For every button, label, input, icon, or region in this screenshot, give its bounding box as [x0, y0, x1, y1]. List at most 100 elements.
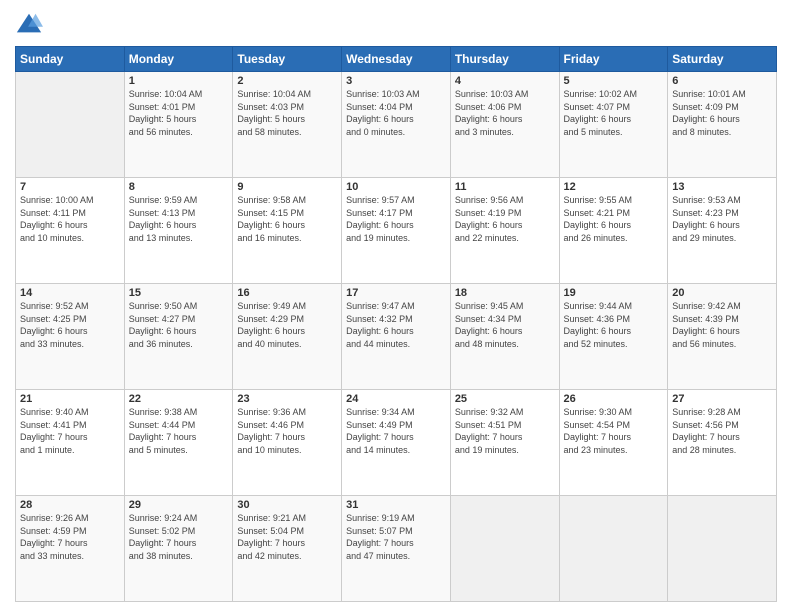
day-cell: 2Sunrise: 10:04 AM Sunset: 4:03 PM Dayli…: [233, 72, 342, 178]
day-cell: [559, 496, 668, 602]
day-info: Sunrise: 9:42 AM Sunset: 4:39 PM Dayligh…: [672, 300, 772, 350]
day-number: 31: [346, 499, 446, 511]
day-info: Sunrise: 9:59 AM Sunset: 4:13 PM Dayligh…: [129, 194, 229, 244]
day-info: Sunrise: 9:28 AM Sunset: 4:56 PM Dayligh…: [672, 406, 772, 456]
day-cell: 5Sunrise: 10:02 AM Sunset: 4:07 PM Dayli…: [559, 72, 668, 178]
day-number: 9: [237, 181, 337, 193]
day-cell: 15Sunrise: 9:50 AM Sunset: 4:27 PM Dayli…: [124, 284, 233, 390]
day-info: Sunrise: 9:30 AM Sunset: 4:54 PM Dayligh…: [564, 406, 664, 456]
day-cell: 14Sunrise: 9:52 AM Sunset: 4:25 PM Dayli…: [16, 284, 125, 390]
day-info: Sunrise: 9:38 AM Sunset: 4:44 PM Dayligh…: [129, 406, 229, 456]
header-cell-sunday: Sunday: [16, 47, 125, 72]
header-cell-friday: Friday: [559, 47, 668, 72]
day-info: Sunrise: 10:00 AM Sunset: 4:11 PM Daylig…: [20, 194, 120, 244]
header-cell-thursday: Thursday: [450, 47, 559, 72]
day-info: Sunrise: 9:49 AM Sunset: 4:29 PM Dayligh…: [237, 300, 337, 350]
day-number: 14: [20, 287, 120, 299]
day-info: Sunrise: 9:26 AM Sunset: 4:59 PM Dayligh…: [20, 512, 120, 562]
logo: [15, 10, 47, 38]
calendar-header: SundayMondayTuesdayWednesdayThursdayFrid…: [16, 47, 777, 72]
day-cell: 7Sunrise: 10:00 AM Sunset: 4:11 PM Dayli…: [16, 178, 125, 284]
day-number: 8: [129, 181, 229, 193]
day-cell: 11Sunrise: 9:56 AM Sunset: 4:19 PM Dayli…: [450, 178, 559, 284]
day-cell: 21Sunrise: 9:40 AM Sunset: 4:41 PM Dayli…: [16, 390, 125, 496]
day-number: 5: [564, 75, 664, 87]
day-number: 20: [672, 287, 772, 299]
day-cell: 30Sunrise: 9:21 AM Sunset: 5:04 PM Dayli…: [233, 496, 342, 602]
day-info: Sunrise: 10:01 AM Sunset: 4:09 PM Daylig…: [672, 88, 772, 138]
day-info: Sunrise: 9:34 AM Sunset: 4:49 PM Dayligh…: [346, 406, 446, 456]
day-cell: 19Sunrise: 9:44 AM Sunset: 4:36 PM Dayli…: [559, 284, 668, 390]
header: [15, 10, 777, 38]
day-cell: 26Sunrise: 9:30 AM Sunset: 4:54 PM Dayli…: [559, 390, 668, 496]
day-cell: [450, 496, 559, 602]
day-info: Sunrise: 9:56 AM Sunset: 4:19 PM Dayligh…: [455, 194, 555, 244]
week-row-4: 28Sunrise: 9:26 AM Sunset: 4:59 PM Dayli…: [16, 496, 777, 602]
day-number: 26: [564, 393, 664, 405]
day-info: Sunrise: 9:45 AM Sunset: 4:34 PM Dayligh…: [455, 300, 555, 350]
day-cell: 22Sunrise: 9:38 AM Sunset: 4:44 PM Dayli…: [124, 390, 233, 496]
week-row-3: 21Sunrise: 9:40 AM Sunset: 4:41 PM Dayli…: [16, 390, 777, 496]
day-info: Sunrise: 9:50 AM Sunset: 4:27 PM Dayligh…: [129, 300, 229, 350]
day-info: Sunrise: 9:32 AM Sunset: 4:51 PM Dayligh…: [455, 406, 555, 456]
day-number: 4: [455, 75, 555, 87]
day-info: Sunrise: 9:19 AM Sunset: 5:07 PM Dayligh…: [346, 512, 446, 562]
day-cell: 3Sunrise: 10:03 AM Sunset: 4:04 PM Dayli…: [342, 72, 451, 178]
header-row: SundayMondayTuesdayWednesdayThursdayFrid…: [16, 47, 777, 72]
day-cell: 8Sunrise: 9:59 AM Sunset: 4:13 PM Daylig…: [124, 178, 233, 284]
day-number: 22: [129, 393, 229, 405]
day-number: 18: [455, 287, 555, 299]
day-number: 10: [346, 181, 446, 193]
day-cell: 16Sunrise: 9:49 AM Sunset: 4:29 PM Dayli…: [233, 284, 342, 390]
day-number: 25: [455, 393, 555, 405]
logo-icon: [15, 10, 43, 38]
week-row-1: 7Sunrise: 10:00 AM Sunset: 4:11 PM Dayli…: [16, 178, 777, 284]
day-cell: 27Sunrise: 9:28 AM Sunset: 4:56 PM Dayli…: [668, 390, 777, 496]
day-number: 30: [237, 499, 337, 511]
day-cell: [16, 72, 125, 178]
day-info: Sunrise: 10:02 AM Sunset: 4:07 PM Daylig…: [564, 88, 664, 138]
day-cell: 17Sunrise: 9:47 AM Sunset: 4:32 PM Dayli…: [342, 284, 451, 390]
day-info: Sunrise: 9:58 AM Sunset: 4:15 PM Dayligh…: [237, 194, 337, 244]
day-cell: 9Sunrise: 9:58 AM Sunset: 4:15 PM Daylig…: [233, 178, 342, 284]
day-number: 17: [346, 287, 446, 299]
day-number: 24: [346, 393, 446, 405]
day-cell: 29Sunrise: 9:24 AM Sunset: 5:02 PM Dayli…: [124, 496, 233, 602]
day-number: 27: [672, 393, 772, 405]
day-cell: 6Sunrise: 10:01 AM Sunset: 4:09 PM Dayli…: [668, 72, 777, 178]
day-info: Sunrise: 9:44 AM Sunset: 4:36 PM Dayligh…: [564, 300, 664, 350]
day-info: Sunrise: 9:53 AM Sunset: 4:23 PM Dayligh…: [672, 194, 772, 244]
day-number: 2: [237, 75, 337, 87]
calendar-body: 1Sunrise: 10:04 AM Sunset: 4:01 PM Dayli…: [16, 72, 777, 602]
day-cell: 1Sunrise: 10:04 AM Sunset: 4:01 PM Dayli…: [124, 72, 233, 178]
day-cell: 4Sunrise: 10:03 AM Sunset: 4:06 PM Dayli…: [450, 72, 559, 178]
day-info: Sunrise: 9:40 AM Sunset: 4:41 PM Dayligh…: [20, 406, 120, 456]
day-number: 29: [129, 499, 229, 511]
day-info: Sunrise: 9:57 AM Sunset: 4:17 PM Dayligh…: [346, 194, 446, 244]
day-cell: 20Sunrise: 9:42 AM Sunset: 4:39 PM Dayli…: [668, 284, 777, 390]
day-info: Sunrise: 9:21 AM Sunset: 5:04 PM Dayligh…: [237, 512, 337, 562]
day-info: Sunrise: 9:24 AM Sunset: 5:02 PM Dayligh…: [129, 512, 229, 562]
day-number: 6: [672, 75, 772, 87]
day-number: 23: [237, 393, 337, 405]
day-info: Sunrise: 9:55 AM Sunset: 4:21 PM Dayligh…: [564, 194, 664, 244]
day-cell: 28Sunrise: 9:26 AM Sunset: 4:59 PM Dayli…: [16, 496, 125, 602]
day-cell: 24Sunrise: 9:34 AM Sunset: 4:49 PM Dayli…: [342, 390, 451, 496]
day-number: 12: [564, 181, 664, 193]
day-cell: 10Sunrise: 9:57 AM Sunset: 4:17 PM Dayli…: [342, 178, 451, 284]
day-cell: 12Sunrise: 9:55 AM Sunset: 4:21 PM Dayli…: [559, 178, 668, 284]
day-info: Sunrise: 9:52 AM Sunset: 4:25 PM Dayligh…: [20, 300, 120, 350]
day-info: Sunrise: 10:04 AM Sunset: 4:03 PM Daylig…: [237, 88, 337, 138]
day-number: 13: [672, 181, 772, 193]
page: SundayMondayTuesdayWednesdayThursdayFrid…: [0, 0, 792, 612]
day-number: 7: [20, 181, 120, 193]
day-number: 15: [129, 287, 229, 299]
day-number: 11: [455, 181, 555, 193]
day-cell: 31Sunrise: 9:19 AM Sunset: 5:07 PM Dayli…: [342, 496, 451, 602]
day-cell: 25Sunrise: 9:32 AM Sunset: 4:51 PM Dayli…: [450, 390, 559, 496]
day-cell: 13Sunrise: 9:53 AM Sunset: 4:23 PM Dayli…: [668, 178, 777, 284]
day-info: Sunrise: 9:36 AM Sunset: 4:46 PM Dayligh…: [237, 406, 337, 456]
week-row-2: 14Sunrise: 9:52 AM Sunset: 4:25 PM Dayli…: [16, 284, 777, 390]
calendar-table: SundayMondayTuesdayWednesdayThursdayFrid…: [15, 46, 777, 602]
day-info: Sunrise: 10:03 AM Sunset: 4:06 PM Daylig…: [455, 88, 555, 138]
